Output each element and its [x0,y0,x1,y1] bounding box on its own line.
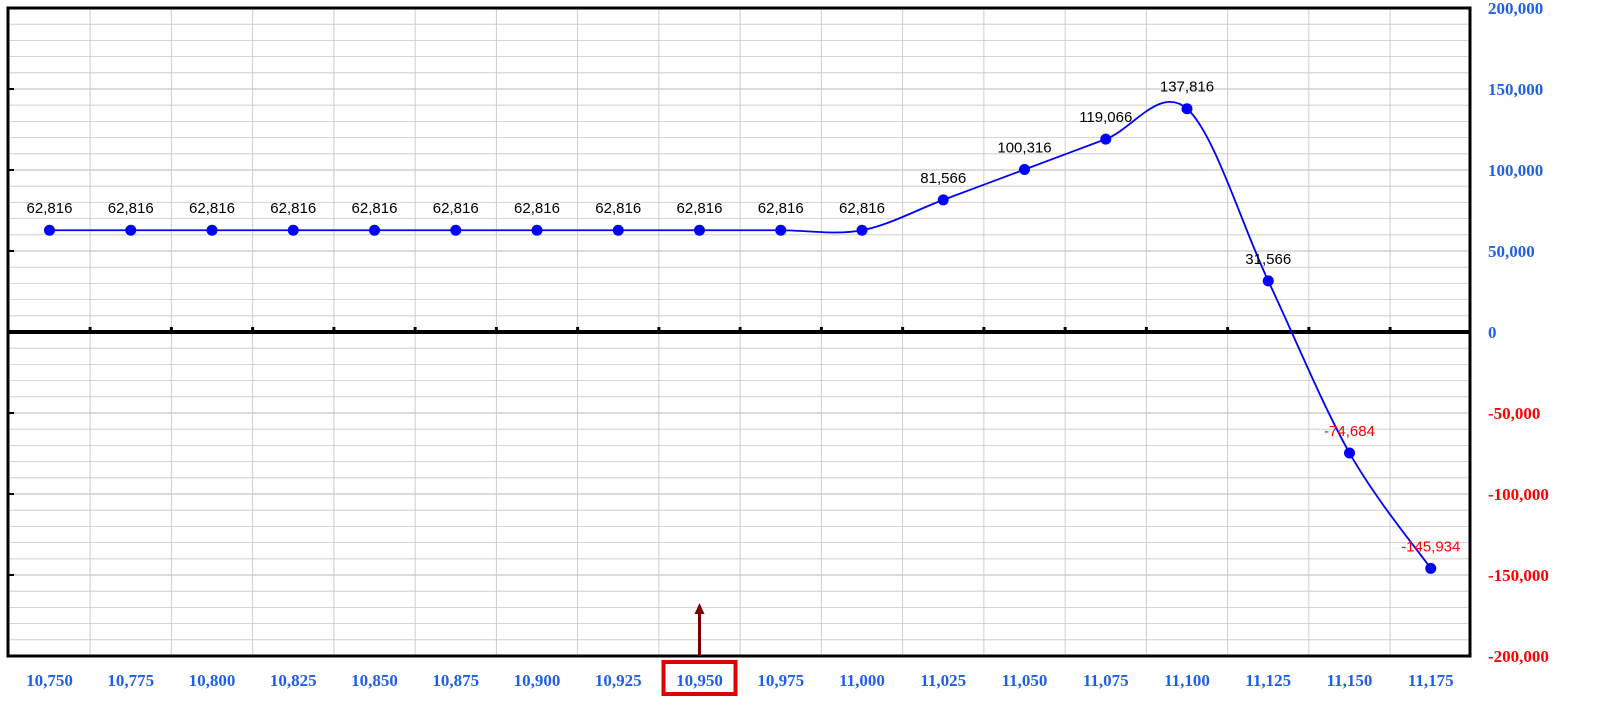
x-tick-label: 11,100 [1164,671,1210,690]
marker-arrow-head [694,603,705,614]
x-tick-label: 10,800 [189,671,236,690]
x-tick-label: 10,975 [757,671,804,690]
x-tick-label: 11,175 [1408,671,1454,690]
data-point [937,194,949,206]
data-label: 62,816 [189,200,235,217]
data-point [1181,103,1193,115]
data-label: 62,816 [270,200,316,217]
y-tick-label: 0 [1488,323,1497,342]
data-label: 81,566 [920,170,966,187]
data-point [1344,447,1355,459]
data-point [531,224,543,236]
data-label: 137,816 [1160,79,1214,96]
data-point [287,224,299,236]
data-label: 62,816 [108,200,154,217]
data-point [775,224,787,236]
x-tick-label: 10,875 [432,671,479,690]
y-tick-label: 200,000 [1488,0,1543,18]
x-tick-label: 11,000 [839,671,885,690]
data-label: 62,816 [677,200,723,217]
y-tick-label: -150,000 [1488,566,1549,585]
x-tick-label: 10,925 [595,671,642,690]
data-point [369,224,380,236]
x-tick-label: 11,050 [1002,671,1048,690]
x-tick-label: 10,825 [270,671,317,690]
data-label: 62,816 [839,200,885,217]
data-label: 62,816 [27,200,73,217]
x-tick-label: 11,025 [920,671,966,690]
data-label: 62,816 [595,200,641,217]
x-tick-label: 11,075 [1083,671,1129,690]
data-label: 119,066 [1079,109,1132,126]
data-point [694,224,705,236]
x-tick-label: 10,950 [676,671,723,690]
data-point [1019,163,1030,175]
data-label: 62,816 [758,200,804,217]
data-label: 62,816 [433,200,479,217]
data-label: 31,566 [1245,251,1291,268]
y-tick-label: 100,000 [1488,161,1543,180]
data-point [856,224,868,236]
data-label: -145,934 [1401,538,1460,555]
data-point [1100,133,1112,145]
data-point [125,224,137,236]
x-tick-label: 11,125 [1245,671,1291,690]
y-tick-label: -200,000 [1488,647,1549,666]
data-label: 62,816 [514,200,560,217]
data-point [1425,562,1437,574]
x-tick-label: 10,900 [514,671,561,690]
data-point [1262,275,1274,287]
data-point [206,224,218,236]
data-point [44,224,55,236]
axes-layer: 200,000 150,000 100,000 50,000 0 -50,000 -100,… [8,0,1549,690]
x-tick-label: 10,775 [107,671,154,690]
x-tick-label: 11,150 [1327,671,1373,690]
payoff-chart: 200,000 150,000 100,000 50,000 0 -50,000 -100,… [6,0,1549,696]
y-tick-label: -50,000 [1488,404,1540,423]
data-label: 62,816 [352,200,398,217]
y-tick-label: 50,000 [1488,242,1535,261]
y-tick-label: -100,000 [1488,485,1549,504]
data-point [450,224,462,236]
x-tick-label: 10,850 [351,671,398,690]
y-tick-label: 150,000 [1488,80,1543,99]
x-tick-label: 10,750 [26,671,73,690]
data-label: -74,684 [1324,423,1375,440]
data-label: 100,316 [997,139,1051,156]
data-point [612,224,624,236]
labels-layer: 62,816 62,816 62,816 62,816 62,816 62,816 62,8… [27,79,1461,556]
